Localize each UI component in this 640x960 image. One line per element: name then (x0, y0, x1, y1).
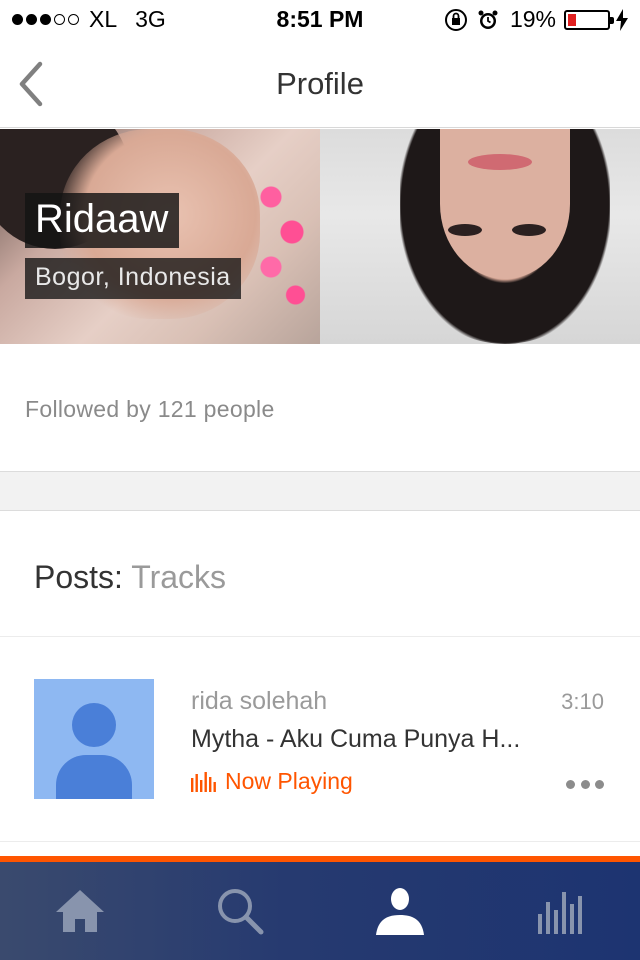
stream-icon (538, 892, 582, 934)
followers-count: Followed by 121 people (25, 396, 275, 422)
track-duration: 3:10 (561, 689, 604, 714)
tab-search[interactable] (160, 862, 320, 960)
profile-icon (376, 888, 424, 935)
posts-header: Posts: Tracks (0, 511, 640, 637)
now-playing-label: Now Playing (225, 768, 353, 794)
now-playing-indicator: Now Playing (191, 768, 353, 795)
tab-bar (0, 862, 640, 960)
tab-home[interactable] (0, 862, 160, 960)
profile-name-badge: Ridaaw (25, 193, 180, 248)
charging-icon (616, 8, 628, 31)
tab-stream[interactable] (480, 862, 640, 960)
posts-label: Posts: (34, 559, 123, 595)
equalizer-icon (191, 771, 216, 792)
track-title: Mytha - Aku Cuma Punya H... (191, 725, 521, 753)
rotation-lock-icon (444, 8, 468, 32)
more-options-button[interactable] (566, 777, 604, 791)
track-row[interactable]: rida solehah 3:10 Mytha - Aku Cuma Punya… (0, 637, 640, 842)
tab-profile[interactable] (320, 862, 480, 960)
track-artist: rida solehah (191, 687, 328, 715)
posts-label-row: Posts: Tracks (34, 559, 226, 596)
search-icon (218, 889, 264, 935)
alarm-icon (476, 8, 500, 32)
more-horizontal-icon (566, 779, 575, 789)
profile-location-badge: Bogor, Indonesia (25, 258, 241, 299)
profile-name: Ridaaw (35, 197, 169, 241)
battery-percent: 19% (509, 6, 556, 32)
home-icon (56, 890, 104, 932)
followers-section[interactable]: Followed by 121 people (0, 344, 640, 472)
status-bar: XL 3G 8:51 PM 19% (0, 0, 640, 40)
section-divider (0, 472, 640, 511)
profile-location: Bogor, Indonesia (35, 263, 231, 291)
status-right: 19% (444, 6, 628, 33)
profile-header-image: Ridaaw Bogor, Indonesia (0, 129, 640, 344)
nav-bar: Profile (0, 40, 640, 128)
default-user-avatar-icon (34, 679, 154, 799)
battery-icon (564, 9, 614, 30)
page-title: Profile (276, 66, 364, 101)
posts-filter-dropdown[interactable]: Tracks (131, 559, 226, 595)
